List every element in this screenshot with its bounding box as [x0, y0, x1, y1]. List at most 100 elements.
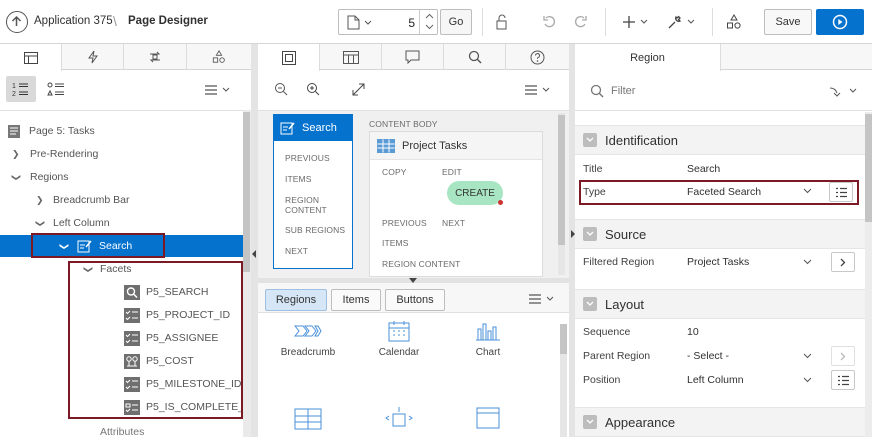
- gallery-item-static-content[interactable]: [476, 407, 500, 429]
- tab-rendering[interactable]: [0, 44, 62, 71]
- tree-node-breadcrumb-bar[interactable]: ❯ Breadcrumb Bar: [0, 189, 243, 211]
- collapse-left-icon[interactable]: [252, 250, 257, 258]
- search-region-header[interactable]: Search: [274, 115, 352, 141]
- go-button[interactable]: Go: [440, 9, 472, 35]
- tab-help[interactable]: [506, 44, 569, 70]
- zoom-in-button[interactable]: [306, 82, 320, 96]
- gallery-scrollbar[interactable]: [560, 324, 567, 437]
- filter-input[interactable]: Filter: [611, 85, 635, 97]
- page-selector[interactable]: 5: [338, 9, 438, 35]
- tab-comments[interactable]: [382, 44, 444, 70]
- section-source[interactable]: Source: [575, 219, 865, 249]
- chevron-down-icon[interactable]: [583, 297, 597, 311]
- sequence-input[interactable]: 10: [687, 326, 699, 338]
- left-splitter[interactable]: [251, 44, 258, 437]
- tab-shared-components[interactable]: [187, 44, 251, 70]
- chevron-down-icon[interactable]: [583, 227, 597, 241]
- drop-zone-region-content[interactable]: REGION CONTENT: [285, 195, 345, 215]
- canvas-scroll-thumb[interactable]: [558, 115, 565, 245]
- drop-zone-items[interactable]: ITEMS: [285, 174, 311, 184]
- tree-node-regions[interactable]: ❯ Regions: [0, 166, 243, 188]
- page-stepper[interactable]: [419, 10, 438, 34]
- go-to-group-button[interactable]: [829, 85, 857, 97]
- tab-page-search[interactable]: [320, 44, 382, 70]
- gallery-scroll-thumb[interactable]: [560, 324, 567, 354]
- chevron-down-icon[interactable]: [425, 24, 434, 30]
- gallery-tab-items[interactable]: Items: [331, 289, 381, 311]
- chevron-down-icon[interactable]: [803, 377, 812, 383]
- tab-layout[interactable]: [258, 44, 320, 71]
- chevron-right-icon[interactable]: ❯: [12, 149, 20, 160]
- component-view-toggle[interactable]: 12: [6, 76, 36, 102]
- position-select[interactable]: Left Column: [687, 374, 744, 386]
- properties-scrollbar[interactable]: [865, 112, 872, 437]
- tree-scrollbar[interactable]: [243, 110, 251, 437]
- utilities-menu-button[interactable]: [664, 13, 698, 31]
- chevron-down-icon[interactable]: [803, 259, 812, 265]
- drop-zone-previous[interactable]: PREVIOUS: [382, 218, 427, 228]
- lock-page-button[interactable]: [492, 13, 512, 31]
- create-button-preview[interactable]: CREATE: [447, 181, 503, 205]
- drop-zone-next[interactable]: NEXT: [285, 246, 308, 256]
- gallery-item-grid[interactable]: [294, 408, 322, 430]
- gallery-item-display-selector[interactable]: [385, 406, 413, 430]
- section-identification[interactable]: Identification: [575, 125, 865, 155]
- tab-dynamic-actions[interactable]: [62, 44, 124, 70]
- page-number-input[interactable]: 5: [399, 16, 415, 30]
- filtered-region-go-button[interactable]: [831, 252, 855, 272]
- parent-region-go-button[interactable]: [831, 346, 855, 366]
- position-list-button[interactable]: [831, 370, 855, 390]
- gallery-tab-regions[interactable]: Regions: [265, 289, 327, 311]
- layout-canvas[interactable]: Search PREVIOUS ITEMS REGION CONTENT SUB…: [258, 110, 569, 278]
- drop-zone-edit[interactable]: EDIT: [442, 167, 462, 177]
- tree-menu-button[interactable]: [204, 82, 238, 98]
- expand-button[interactable]: [352, 83, 365, 96]
- section-appearance[interactable]: Appearance: [575, 407, 865, 437]
- gallery-menu-button[interactable]: [528, 293, 554, 305]
- project-tasks-header[interactable]: Project Tasks: [370, 132, 542, 160]
- chevron-down-icon[interactable]: ❯: [34, 219, 45, 227]
- filtered-region-select[interactable]: Project Tasks: [687, 256, 749, 268]
- properties-scroll-thumb[interactable]: [865, 114, 872, 222]
- tree-scroll-thumb[interactable]: [243, 112, 250, 272]
- tab-processing[interactable]: [124, 44, 187, 70]
- tree-node-page[interactable]: Page 5: Tasks: [0, 120, 243, 142]
- chevron-up-icon[interactable]: [425, 13, 434, 19]
- drop-zone-sub-regions[interactable]: SUB REGIONS: [285, 225, 345, 235]
- app-home-button[interactable]: [6, 11, 28, 33]
- parent-region-select[interactable]: - Select -: [687, 350, 729, 362]
- group-view-toggle[interactable]: [42, 76, 70, 102]
- search-region-card[interactable]: Search PREVIOUS ITEMS REGION CONTENT SUB…: [273, 114, 353, 269]
- run-page-button[interactable]: [816, 9, 864, 35]
- gallery-item-chart[interactable]: Chart: [448, 320, 528, 364]
- chevron-down-icon[interactable]: ❯: [10, 173, 21, 181]
- section-layout[interactable]: Layout: [575, 289, 865, 319]
- prop-value-title[interactable]: Search: [687, 163, 720, 175]
- tab-search[interactable]: [444, 44, 506, 70]
- tree-node-left-column[interactable]: ❯ Left Column: [0, 212, 243, 234]
- tree-node-pre-rendering[interactable]: ❯ Pre-Rendering: [0, 143, 243, 165]
- drop-zone-items[interactable]: ITEMS: [382, 238, 408, 248]
- layout-menu-button[interactable]: [524, 84, 550, 96]
- chevron-down-icon[interactable]: [583, 415, 597, 429]
- zoom-out-button[interactable]: [274, 82, 288, 96]
- save-button[interactable]: Save: [764, 9, 812, 35]
- chevron-down-icon[interactable]: [583, 133, 597, 147]
- drop-zone-region-content[interactable]: REGION CONTENT: [382, 259, 460, 269]
- create-menu-button[interactable]: [618, 13, 652, 31]
- chevron-down-icon[interactable]: [803, 353, 812, 359]
- gallery-item-breadcrumb[interactable]: Breadcrumb: [268, 320, 348, 364]
- app-name-link[interactable]: Application 375: [34, 15, 113, 27]
- canvas-scrollbar[interactable]: [558, 113, 565, 275]
- gallery-tab-buttons[interactable]: Buttons: [385, 289, 445, 311]
- project-tasks-card[interactable]: Project Tasks COPY EDIT CREATE PREVIOUS …: [369, 131, 543, 277]
- shared-components-button[interactable]: [724, 13, 744, 31]
- tab-region[interactable]: Region: [575, 44, 721, 71]
- undo-button[interactable]: [540, 13, 560, 31]
- redo-button[interactable]: [570, 13, 590, 31]
- drop-zone-next[interactable]: NEXT: [442, 218, 465, 228]
- tree-node-attributes[interactable]: Attributes: [0, 421, 243, 437]
- drop-zone-previous[interactable]: PREVIOUS: [285, 153, 330, 163]
- gallery-item-calendar[interactable]: Calendar: [359, 320, 439, 364]
- drop-zone-copy[interactable]: COPY: [382, 167, 407, 177]
